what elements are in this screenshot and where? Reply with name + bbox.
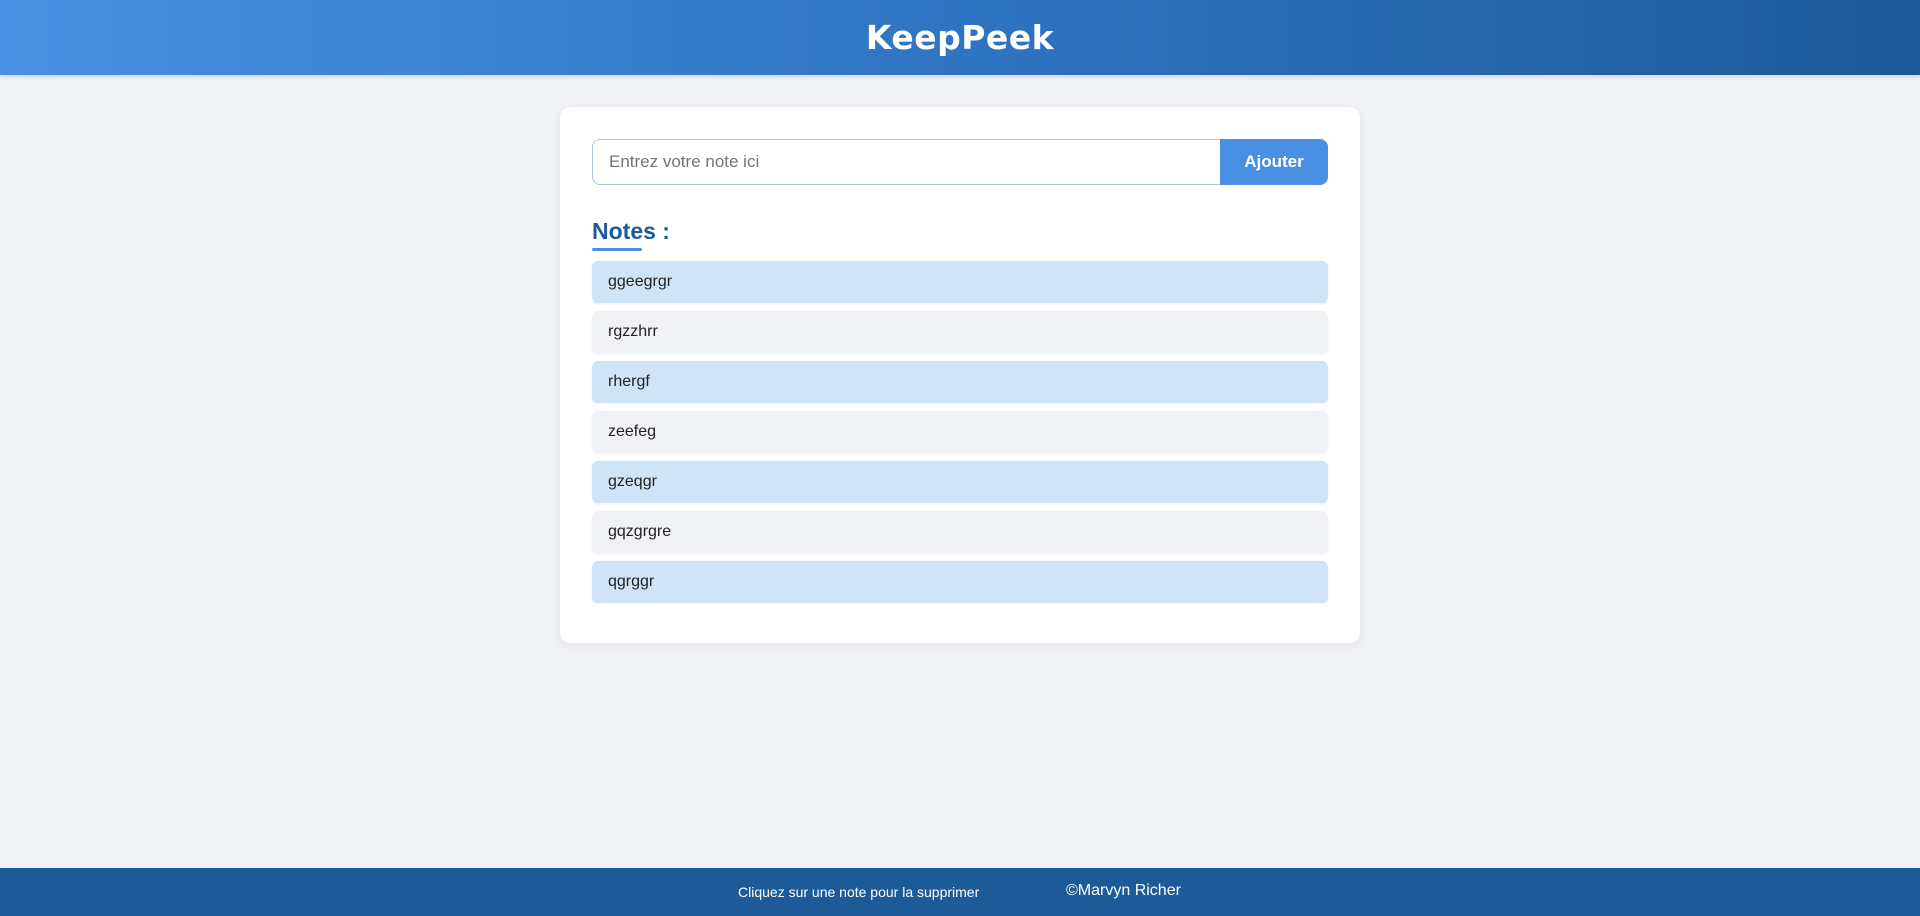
app-header: KeepPeek <box>0 0 1920 75</box>
note-item[interactable]: zeefeg <box>592 411 1328 453</box>
notes-card: Ajouter Notes : ggeegrgr rgzzhrr rhergf … <box>560 107 1360 643</box>
note-item[interactable]: gqzgrgre <box>592 511 1328 553</box>
note-item[interactable]: ggeegrgr <box>592 261 1328 303</box>
add-note-button[interactable]: Ajouter <box>1220 139 1328 185</box>
app-footer: Cliquez sur une note pour la supprimer ©… <box>0 868 1920 916</box>
notes-list: ggeegrgr rgzzhrr rhergf zeefeg gzeqgr gq… <box>592 261 1328 603</box>
notes-heading: Notes : <box>592 218 670 244</box>
heading-underline <box>592 248 642 251</box>
add-note-form: Ajouter <box>592 139 1328 185</box>
note-item[interactable]: qgrggr <box>592 561 1328 603</box>
footer-copyright: ©Marvyn Richer <box>1066 882 1181 899</box>
app-title: KeepPeek <box>865 18 1055 57</box>
note-input[interactable] <box>592 139 1220 185</box>
note-item[interactable]: rgzzhrr <box>592 311 1328 353</box>
notes-heading-block: Notes : <box>592 218 1328 251</box>
note-item[interactable]: rhergf <box>592 361 1328 403</box>
footer-hint: Cliquez sur une note pour la supprimer <box>738 884 980 900</box>
page: KeepPeek Ajouter Notes : ggeegrgr rgzzhr… <box>0 0 1920 916</box>
note-item[interactable]: gzeqgr <box>592 461 1328 503</box>
